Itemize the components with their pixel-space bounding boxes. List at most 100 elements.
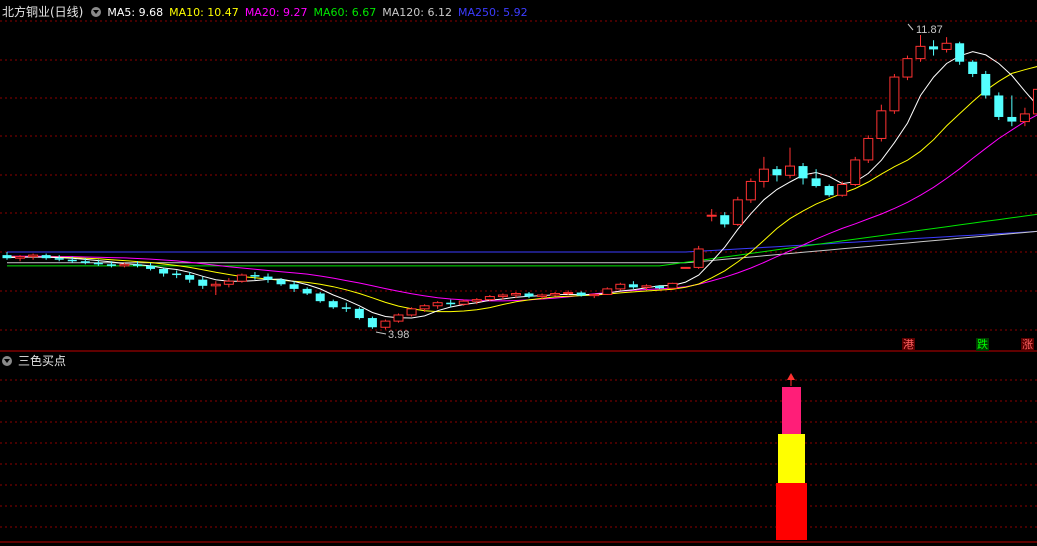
candle-body <box>198 279 208 286</box>
candle-body <box>146 265 156 269</box>
candle-body <box>67 259 77 262</box>
high-pointer <box>907 23 914 31</box>
indicator-bars <box>776 373 807 540</box>
candle-body <box>510 292 521 296</box>
badge-down: 跌 <box>976 338 989 351</box>
candle-body <box>563 292 574 295</box>
candle-body <box>106 264 116 266</box>
candle-body <box>680 266 691 269</box>
candle-body <box>837 184 848 196</box>
candle-body <box>497 294 508 298</box>
candle-body <box>902 58 913 78</box>
candle-body <box>655 285 664 289</box>
candle-body <box>172 273 182 276</box>
chart-canvas[interactable]: 11.87 3.98 <box>0 0 1037 546</box>
candle-body <box>471 299 482 302</box>
candle-body <box>41 255 51 259</box>
ma5-value: MA5: 9.68 <box>107 6 164 19</box>
ma5-line <box>6 51 1037 319</box>
candle-body <box>706 214 717 217</box>
candle-body <box>367 318 377 328</box>
buy-arrow-icon <box>787 373 795 380</box>
candle-body <box>850 159 861 186</box>
candle-body <box>133 264 142 266</box>
candle-body <box>458 300 469 305</box>
candle-body <box>824 186 834 196</box>
high-price-label: 11.87 <box>916 24 943 36</box>
candle-body <box>1032 88 1037 115</box>
candle-body <box>811 178 821 187</box>
indicator-dropdown-icon[interactable] <box>2 356 12 366</box>
candle-body <box>628 284 638 288</box>
candle-body <box>263 276 273 280</box>
candle-body <box>602 288 613 295</box>
candle-body <box>537 294 548 298</box>
indicator-bar-pink <box>782 387 801 434</box>
indicator-bar-red <box>776 483 807 540</box>
indicator-header: 三色买点 <box>2 354 72 369</box>
candle-body <box>889 76 900 112</box>
candle-body <box>54 258 64 260</box>
candle-body <box>772 169 782 176</box>
candle-body <box>576 292 586 296</box>
candle-body <box>250 275 260 277</box>
candle-body <box>236 274 247 282</box>
candle-body <box>432 302 443 307</box>
ma20-value: MA20: 9.27 <box>244 6 308 19</box>
candle-body <box>315 293 325 302</box>
candle-body <box>210 283 221 287</box>
candle-body <box>720 215 730 225</box>
low-price-label: 3.98 <box>388 329 409 341</box>
indicator-grid <box>0 379 1037 543</box>
candle-body <box>380 320 391 328</box>
candle-body <box>484 296 495 301</box>
candle-body <box>745 180 756 201</box>
candle-body <box>28 254 39 258</box>
stock-title: 北方铜业(日线) <box>2 5 84 19</box>
low-pointer <box>375 331 387 335</box>
candle-body <box>876 110 887 139</box>
candles <box>2 34 1037 330</box>
candle-body <box>354 308 364 319</box>
ma-lines <box>6 51 1037 319</box>
candle-body <box>667 282 678 289</box>
candle-body <box>550 292 561 296</box>
candle-body <box>915 45 926 60</box>
candle-body <box>929 46 939 50</box>
candle-body <box>693 248 704 268</box>
candle-body <box>863 137 874 161</box>
candle-body <box>941 42 952 50</box>
candle-body <box>328 301 338 308</box>
badge-hk: 港 <box>902 338 915 351</box>
ma250-value: MA250: 5.92 <box>457 6 528 19</box>
candle-body <box>276 279 286 285</box>
indicator-bar-yellow <box>778 434 805 483</box>
candle-body <box>446 302 456 305</box>
ma10-line <box>7 66 1037 313</box>
candle-body <box>406 308 417 316</box>
ma120-line <box>7 230 1037 264</box>
dropdown-icon[interactable] <box>91 7 102 17</box>
candle-body <box>185 275 195 280</box>
candle-body <box>968 61 978 74</box>
candle-body <box>393 314 404 322</box>
candle-body <box>93 262 103 265</box>
candle-body <box>289 284 299 289</box>
ma10-value: MA10: 10.47 <box>169 6 239 19</box>
ma120-value: MA120: 6.12 <box>382 6 452 19</box>
candle-body <box>15 256 26 259</box>
candle-body <box>2 255 12 259</box>
ma250-line <box>7 230 1037 253</box>
price-header: 北方铜业(日线) MA5: 9.68 MA10: 10.47 MA20: 9.27 MA… <box>2 5 534 20</box>
badge-up: 涨 <box>1021 338 1034 351</box>
candle-body <box>785 165 795 176</box>
candle-body <box>758 168 769 182</box>
candle-body <box>732 199 743 225</box>
indicator-title: 三色买点 <box>18 354 67 368</box>
candle-body <box>798 166 808 179</box>
candle-body <box>615 283 626 290</box>
candle-body <box>80 261 90 263</box>
candle-body <box>119 263 130 267</box>
candle-body <box>223 280 234 285</box>
candle-body <box>419 305 430 310</box>
